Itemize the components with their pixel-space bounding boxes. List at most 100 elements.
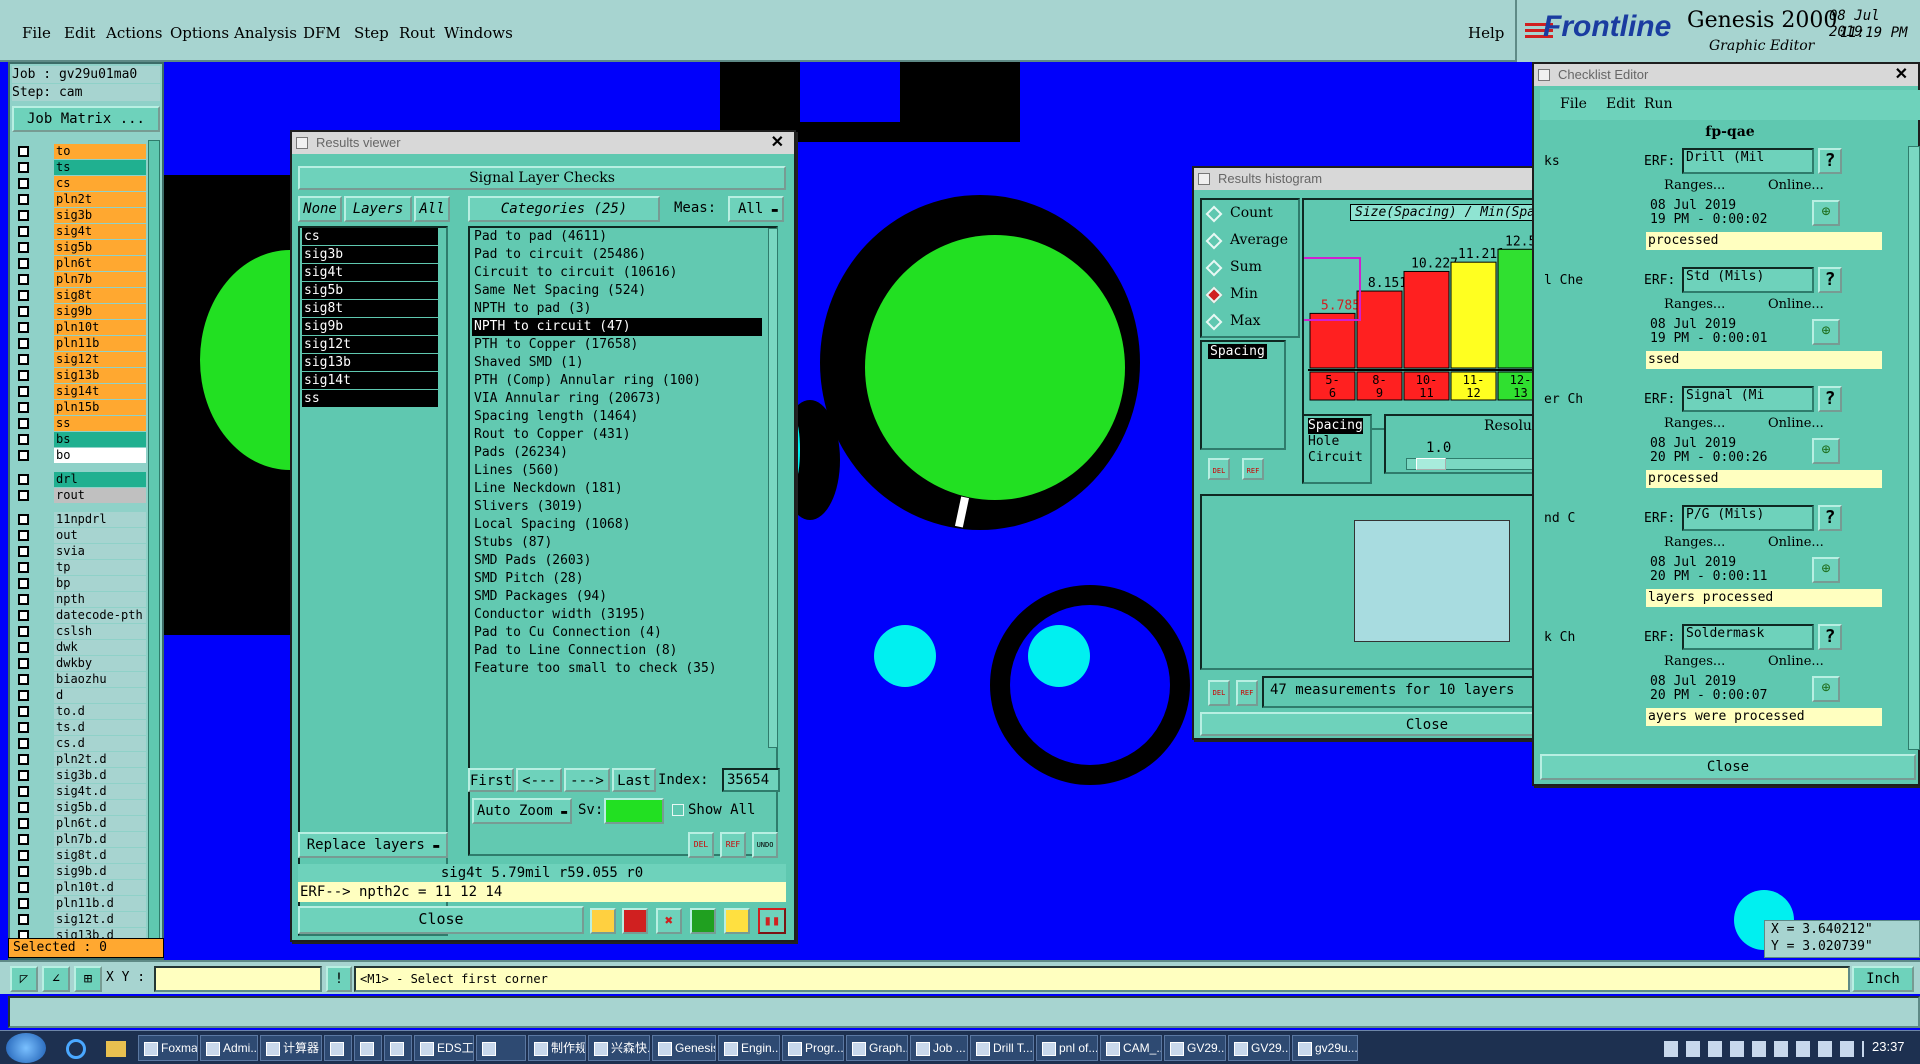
radio-icon[interactable] — [1205, 232, 1223, 250]
taskbar-item[interactable] — [354, 1035, 382, 1061]
zoom-icon[interactable]: ⊕ — [1812, 438, 1840, 464]
menu-rout[interactable]: Rout — [399, 24, 435, 42]
result-layer-item[interactable]: sig9b — [302, 318, 438, 335]
category-item[interactable]: Spacing length (1464) — [472, 408, 762, 426]
check-name[interactable]: er Ch — [1540, 386, 1640, 414]
folder-icon[interactable] — [106, 1041, 126, 1057]
category-item[interactable]: Pads (26234) — [472, 444, 762, 462]
menu-file[interactable]: File — [22, 24, 51, 42]
result-layer-item[interactable]: cs — [302, 228, 438, 245]
layers-none-button[interactable]: None — [298, 196, 342, 222]
histogram-bar[interactable] — [1403, 270, 1450, 369]
checklist-row[interactable]: nd C ERF: P/G (Mils)? Ranges... Online... 08 … — [1540, 503, 1906, 619]
layer-row[interactable]: pln10t — [16, 320, 146, 335]
taskbar-item[interactable]: 兴森快... — [588, 1035, 650, 1061]
category-item[interactable]: Conductor width (3195) — [472, 606, 762, 624]
layer-checkbox[interactable] — [18, 866, 29, 877]
help-icon[interactable]: ? — [1818, 624, 1842, 650]
layer-row[interactable]: ts — [16, 160, 146, 175]
histogram-option[interactable]: Min — [1205, 285, 1296, 305]
layer-checkbox[interactable] — [18, 162, 29, 173]
checklist-scrollbar[interactable] — [1908, 146, 1920, 750]
select-tool-icon[interactable]: ◸ — [10, 966, 38, 992]
layer-row[interactable]: pln7b.d — [16, 832, 146, 847]
layer-row[interactable]: datecode-pth — [16, 608, 146, 623]
category-item[interactable]: NPTH to pad (3) — [472, 300, 762, 318]
layers-button[interactable]: Layers — [344, 196, 412, 222]
help-icon[interactable]: ? — [1818, 386, 1842, 412]
menu-options[interactable]: Options — [170, 24, 229, 42]
check-name[interactable]: k Ch — [1540, 624, 1640, 652]
layer-checkbox[interactable] — [18, 434, 29, 445]
layer-row[interactable]: npth — [16, 592, 146, 607]
ranges-button[interactable]: Ranges... — [1664, 297, 1725, 312]
replace-layers-select[interactable]: Replace layers ▬ — [298, 832, 448, 858]
layer-checkbox[interactable] — [18, 578, 29, 589]
layer-row[interactable]: sig4t — [16, 224, 146, 239]
category-item[interactable]: Shaved SMD (1) — [472, 354, 762, 372]
checklist-row[interactable]: er Ch ERF: Signal (Mi? Ranges... Online... 08… — [1540, 384, 1906, 500]
layer-checkbox[interactable] — [18, 290, 29, 301]
histogram-list-item[interactable]: Spacing — [1308, 418, 1363, 434]
layer-row[interactable]: sig5b.d — [16, 800, 146, 815]
help-icon[interactable]: ? — [1818, 267, 1842, 293]
layer-checkbox[interactable] — [18, 194, 29, 205]
prev-button[interactable]: <--- — [516, 768, 562, 792]
taskbar-item[interactable]: GV29... — [1164, 1035, 1226, 1061]
taskbar-item[interactable]: CAM_... — [1100, 1035, 1162, 1061]
layer-row[interactable]: sig3b.d — [16, 768, 146, 783]
measure-tool-icon[interactable]: ∠ — [42, 966, 70, 992]
result-layer-item[interactable]: sig12t — [302, 336, 438, 353]
taskbar-item[interactable]: 制作规... — [528, 1035, 586, 1061]
categories-button[interactable]: Categories (25) — [468, 196, 660, 222]
taskbar-item[interactable]: EDS工... — [414, 1035, 474, 1061]
ranges-button[interactable]: Ranges... — [1664, 178, 1725, 193]
taskbar-item[interactable] — [476, 1035, 526, 1061]
layer-checkbox[interactable] — [18, 738, 29, 749]
online-button[interactable]: Online... — [1768, 297, 1824, 312]
layer-checkbox[interactable] — [18, 530, 29, 541]
category-item[interactable]: Pad to pad (4611) — [472, 228, 762, 246]
online-button[interactable]: Online... — [1768, 535, 1824, 550]
layer-checkbox[interactable] — [18, 610, 29, 621]
layer-row[interactable]: pln11b.d — [16, 896, 146, 911]
layer-row[interactable]: 11npdrl — [16, 512, 146, 527]
menu-windows[interactable]: Windows — [444, 24, 513, 42]
layer-checkbox[interactable] — [18, 834, 29, 845]
erf-select[interactable]: Std (Mils) — [1682, 267, 1814, 293]
layer-row[interactable]: bs — [16, 432, 146, 447]
hist-ref-button-2[interactable]: REF — [1236, 680, 1258, 706]
category-item[interactable]: PTH (Comp) Annular ring (100) — [472, 372, 762, 390]
layer-row[interactable]: cs — [16, 176, 146, 191]
zoom-icon[interactable]: ⊕ — [1812, 319, 1840, 345]
layer-row[interactable]: sig8t.d — [16, 848, 146, 863]
layer-row[interactable]: ss — [16, 416, 146, 431]
help-icon[interactable]: ? — [1818, 505, 1842, 531]
layer-checkbox[interactable] — [18, 370, 29, 381]
result-layer-item[interactable]: sig14t — [302, 372, 438, 389]
close-icon[interactable]: ✕ — [771, 132, 784, 154]
category-item[interactable]: SMD Packages (94) — [472, 588, 762, 606]
layer-checkbox[interactable] — [18, 850, 29, 861]
layer-row[interactable]: sig3b — [16, 208, 146, 223]
layer-checkbox[interactable] — [18, 546, 29, 557]
layer-row[interactable]: sig5b — [16, 240, 146, 255]
first-button[interactable]: First — [468, 768, 514, 792]
result-layer-item[interactable]: sig8t — [302, 300, 438, 317]
layer-row[interactable]: rout — [16, 488, 146, 503]
category-item[interactable]: Local Spacing (1068) — [472, 516, 762, 534]
taskbar-item[interactable]: Job ... — [910, 1035, 968, 1061]
histogram-option[interactable]: Average — [1205, 231, 1296, 251]
checklist-row[interactable]: l Che ERF: Std (Mils)? Ranges... Online... 08… — [1540, 265, 1906, 381]
sv-color-select[interactable] — [604, 798, 664, 824]
layers-all-button[interactable]: All — [414, 196, 450, 222]
erf-select[interactable]: P/G (Mils) — [1682, 505, 1814, 531]
histogram-option[interactable]: Sum — [1205, 258, 1296, 278]
result-layer-item[interactable]: sig5b — [302, 282, 438, 299]
checklist-menu-edit[interactable]: Edit — [1606, 96, 1635, 112]
layer-checkbox[interactable] — [18, 354, 29, 365]
online-button[interactable]: Online... — [1768, 654, 1824, 669]
layer-row[interactable]: sig9b — [16, 304, 146, 319]
start-button[interactable] — [6, 1033, 46, 1063]
layer-checkbox[interactable] — [18, 626, 29, 637]
